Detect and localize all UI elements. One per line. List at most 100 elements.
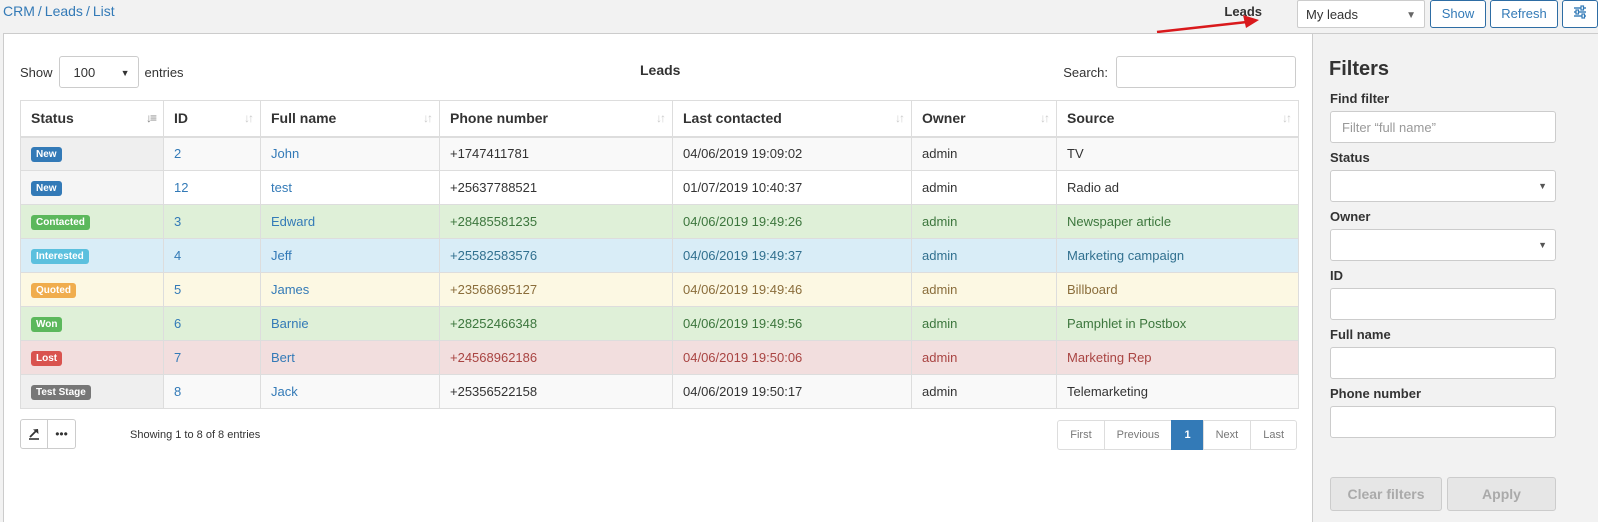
source-cell-value: TV bbox=[1067, 146, 1084, 162]
full-name-cell-value[interactable]: test bbox=[271, 180, 292, 195]
leads-view-select[interactable]: My leads ▼ bbox=[1297, 0, 1425, 28]
phone-cell: +25637788521 bbox=[439, 170, 673, 205]
last-contacted-cell-value: 01/07/2019 10:40:37 bbox=[683, 180, 803, 195]
id-cell-value[interactable]: 2 bbox=[174, 146, 181, 161]
full-name-cell-value[interactable]: Jeff bbox=[271, 248, 292, 263]
export-button[interactable] bbox=[20, 419, 48, 449]
owner-filter-label: Owner bbox=[1330, 209, 1371, 224]
status-badge: Interested bbox=[31, 249, 89, 264]
id-cell-value[interactable]: 12 bbox=[174, 180, 188, 195]
breadcrumb-crm[interactable]: CRM bbox=[3, 3, 35, 19]
column-header-id[interactable]: ID ↓↑ bbox=[163, 100, 261, 138]
table-row[interactable]: Lost 7 Bert +24568962186 04/06/2019 19:50:06… bbox=[20, 340, 1299, 375]
owner-cell: admin bbox=[911, 238, 1057, 273]
owner-cell-value: admin bbox=[922, 384, 958, 399]
source-cell: Billboard bbox=[1056, 272, 1299, 307]
source-cell-value: Marketing campaign bbox=[1067, 248, 1185, 263]
id-cell-value[interactable]: 4 bbox=[174, 248, 181, 263]
page-1[interactable]: 1 bbox=[1171, 420, 1204, 450]
apply-filters-button[interactable]: Apply bbox=[1447, 477, 1556, 511]
full-name-cell-value[interactable]: Edward bbox=[271, 214, 315, 229]
id-cell-value[interactable]: 6 bbox=[174, 316, 181, 331]
table-row[interactable]: New 2 John +1747411781 04/06/2019 19:09:02 ad… bbox=[20, 136, 1299, 171]
page-first[interactable]: First bbox=[1057, 420, 1105, 450]
last-contacted-cell: 04/06/2019 19:49:26 bbox=[672, 204, 912, 239]
full-name-cell: Barnie bbox=[260, 306, 440, 341]
id-cell: 8 bbox=[163, 374, 261, 409]
breadcrumb-leads[interactable]: Leads bbox=[45, 3, 83, 19]
id-cell-value[interactable]: 7 bbox=[174, 350, 181, 365]
breadcrumb-separator: / bbox=[85, 3, 90, 19]
full-name-cell-value[interactable]: Bert bbox=[271, 350, 295, 365]
sliders-icon bbox=[1574, 5, 1586, 19]
status-cell: Interested bbox=[20, 238, 164, 273]
full-name-cell: Jack bbox=[260, 374, 440, 409]
full-name-cell-value[interactable]: John bbox=[271, 146, 299, 161]
table-row[interactable]: Quoted 5 James +23568695127 04/06/2019 19:49… bbox=[20, 272, 1299, 307]
breadcrumb: CRM / Leads / List bbox=[3, 3, 115, 19]
last-contacted-cell: 01/07/2019 10:40:37 bbox=[672, 170, 912, 205]
id-cell-value[interactable]: 3 bbox=[174, 214, 181, 229]
search-input[interactable] bbox=[1116, 56, 1296, 88]
id-filter-input[interactable] bbox=[1330, 288, 1556, 320]
status-badge: Test Stage bbox=[31, 385, 91, 400]
show-label: Show bbox=[20, 64, 53, 80]
status-cell: Contacted bbox=[20, 204, 164, 239]
phone-cell: +24568962186 bbox=[439, 340, 673, 375]
table-row[interactable]: Won 6 Barnie +28252466348 04/06/2019 19:49:5… bbox=[20, 306, 1299, 341]
id-cell: 4 bbox=[163, 238, 261, 273]
column-header-owner[interactable]: Owner ↓↑ bbox=[911, 100, 1057, 138]
owner-cell: admin bbox=[911, 374, 1057, 409]
table-row[interactable]: Contacted 3 Edward +28485581235 04/06/2019 1… bbox=[20, 204, 1299, 239]
refresh-button[interactable]: Refresh bbox=[1490, 0, 1558, 28]
page-next[interactable]: Next bbox=[1202, 420, 1252, 450]
source-cell: Radio ad bbox=[1056, 170, 1299, 205]
phone-filter-input[interactable] bbox=[1330, 406, 1556, 438]
full-name-cell-value[interactable]: James bbox=[271, 282, 309, 297]
leads-table: Status ↓≡ ID ↓↑ Full name ↓↑ Phone number ↓↑… bbox=[20, 100, 1299, 409]
column-label: Owner bbox=[922, 110, 966, 127]
column-header-status[interactable]: Status ↓≡ bbox=[20, 100, 164, 138]
find-filter-input[interactable]: Filter “full name” bbox=[1330, 111, 1556, 143]
table-row[interactable]: Test Stage 8 Jack +25356522158 04/06/2019 19… bbox=[20, 374, 1299, 409]
column-header-full-name[interactable]: Full name ↓↑ bbox=[260, 100, 440, 138]
table-row[interactable]: New 12 test +25637788521 01/07/2019 10:40:37… bbox=[20, 170, 1299, 205]
status-cell: Test Stage bbox=[20, 374, 164, 409]
breadcrumb-list[interactable]: List bbox=[93, 3, 115, 19]
search-control: Search: bbox=[1063, 56, 1296, 88]
column-header-source[interactable]: Source ↓↑ bbox=[1056, 100, 1299, 138]
phone-cell-value: +28485581235 bbox=[450, 214, 538, 229]
entries-label: entries bbox=[144, 64, 184, 80]
sort-icon: ↓↑ bbox=[895, 111, 905, 125]
column-label: Status bbox=[31, 110, 74, 127]
id-cell-value[interactable]: 8 bbox=[174, 384, 181, 399]
show-button[interactable]: Show bbox=[1430, 0, 1486, 28]
entries-select[interactable]: 100 ▼ bbox=[58, 56, 139, 88]
status-badge: New bbox=[31, 181, 62, 196]
entries-value: 100 bbox=[73, 65, 96, 80]
owner-filter-select[interactable]: ▼ bbox=[1330, 229, 1556, 261]
clear-filters-button[interactable]: Clear filters bbox=[1330, 477, 1442, 511]
last-contacted-cell-value: 04/06/2019 19:49:37 bbox=[683, 248, 803, 263]
owner-cell-value: admin bbox=[922, 146, 958, 162]
sort-asc-icon: ↓≡ bbox=[145, 111, 157, 125]
phone-cell: +25356522158 bbox=[439, 374, 673, 409]
status-cell: New bbox=[20, 136, 164, 171]
full-name-cell-value[interactable]: Barnie bbox=[271, 316, 309, 331]
owner-cell: admin bbox=[911, 170, 1057, 205]
column-header-last-contacted[interactable]: Last contacted ↓↑ bbox=[672, 100, 912, 138]
owner-cell: admin bbox=[911, 340, 1057, 375]
export-icon bbox=[29, 429, 39, 440]
full-name-cell-value[interactable]: Jack bbox=[271, 384, 298, 399]
page-last[interactable]: Last bbox=[1250, 420, 1297, 450]
page-previous[interactable]: Previous bbox=[1103, 420, 1173, 450]
status-filter-select[interactable]: ▼ bbox=[1330, 170, 1556, 202]
more-options-button[interactable]: ••• bbox=[48, 419, 76, 449]
settings-button[interactable] bbox=[1562, 0, 1598, 28]
id-cell-value[interactable]: 5 bbox=[174, 282, 181, 297]
table-row[interactable]: Interested 4 Jeff +25582583576 04/06/2019 19… bbox=[20, 238, 1299, 273]
column-header-phone[interactable]: Phone number ↓↑ bbox=[439, 100, 673, 138]
source-cell: Marketing Rep bbox=[1056, 340, 1299, 375]
owner-cell: admin bbox=[911, 306, 1057, 341]
full-name-filter-input[interactable] bbox=[1330, 347, 1556, 379]
